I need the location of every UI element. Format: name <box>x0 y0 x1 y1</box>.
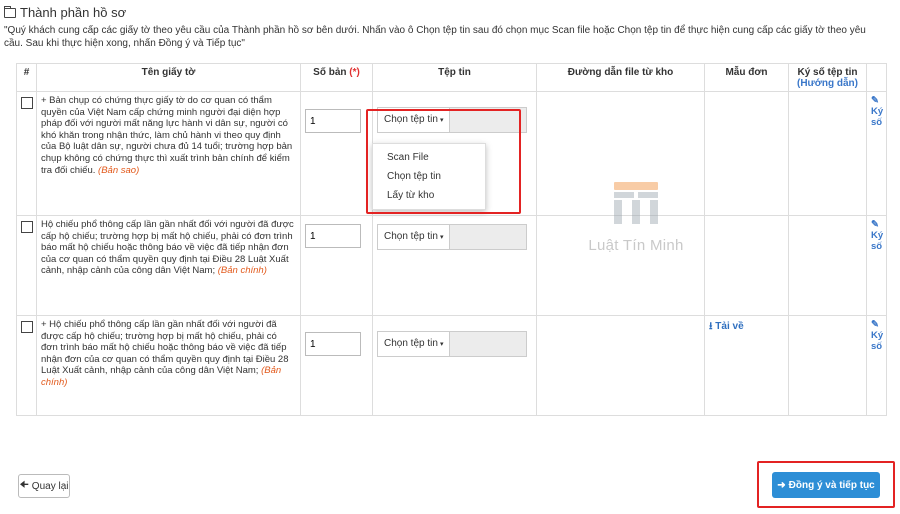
edit-icon: ✎ <box>871 95 879 106</box>
form-template-cell: ⭳ Tải về <box>704 315 789 416</box>
back-button-label: Quay lại <box>31 480 69 492</box>
watermark-logo-icon <box>614 182 658 224</box>
doc-type: (Bản chính) <box>217 265 267 277</box>
table-header-row: # Tên giấy tờ Số bản (*) Tệp tin Đường d… <box>16 63 887 92</box>
caret-down-icon: ▾ <box>439 234 444 241</box>
sign-file-cell <box>788 91 867 216</box>
col-storage-path: Đường dẫn file từ kho <box>536 63 705 92</box>
copies-input[interactable] <box>305 224 361 248</box>
doc-name-cell: + Hộ chiếu phổ thông cấp lần gần nhất đố… <box>36 315 301 416</box>
sign-file-cell <box>788 315 867 416</box>
highlight-box-file-picker <box>366 109 521 214</box>
table-row: Hộ chiếu phổ thông cấp lần gần nhất đối … <box>16 215 887 316</box>
table-row: + Hộ chiếu phổ thông cấp lần gần nhất đố… <box>16 315 887 416</box>
col-number: # <box>16 63 37 92</box>
arrow-left-icon: 🠈 <box>19 479 29 491</box>
choose-file-button[interactable]: Chọn tệp tin ▾ <box>378 225 451 249</box>
form-template-cell <box>704 215 789 316</box>
back-button[interactable]: 🠈 Quay lại <box>18 474 70 498</box>
required-mark: (*) <box>349 67 360 78</box>
choose-file-button[interactable]: Chọn tệp tin ▾ <box>378 332 451 356</box>
sign-link[interactable]: ✎ Ký số <box>871 95 883 128</box>
arrow-right-icon: ➜ <box>777 479 786 491</box>
doc-name-cell: Hộ chiếu phổ thông cấp lần gần nhất đối … <box>36 215 301 316</box>
col-sign-file: Ký số tệp tin (Hướng dẫn) <box>788 63 867 92</box>
section-title: Thành phần hồ sơ <box>20 5 127 20</box>
section-header: Thành phần hồ sơ <box>4 5 126 20</box>
folder-open-icon <box>4 5 16 18</box>
form-template-cell <box>704 91 789 216</box>
edit-icon: ✎ <box>871 319 879 330</box>
col-actions <box>866 63 887 92</box>
sign-link[interactable]: ✎ Ký số <box>871 219 883 252</box>
row-checkbox[interactable] <box>21 321 33 333</box>
col-form-template: Mẫu đơn <box>704 63 789 92</box>
storage-path-cell <box>536 315 705 416</box>
download-icon: ⭳ <box>709 321 713 332</box>
row-checkbox[interactable] <box>21 97 33 109</box>
doc-type: (Bản sao) <box>98 164 140 176</box>
file-picker[interactable]: Chọn tệp tin ▾ <box>377 224 527 250</box>
doc-name-cell: + Bản chụp có chứng thực giấy tờ do cơ q… <box>36 91 301 216</box>
edit-icon: ✎ <box>871 219 879 230</box>
col-file: Tệp tin <box>372 63 537 92</box>
sign-link[interactable]: ✎ Ký số <box>871 319 883 352</box>
file-picker[interactable]: Chọn tệp tin ▾ <box>377 331 527 357</box>
col-doc-name: Tên giấy tờ <box>36 63 301 92</box>
instruction-text: "Quý khách cung cấp các giấy tờ theo yêu… <box>4 25 866 49</box>
sign-file-cell <box>788 215 867 316</box>
watermark: Luật Tín Minh <box>566 180 706 254</box>
agree-continue-label: Đồng ý và tiếp tục <box>788 479 875 491</box>
row-checkbox[interactable] <box>21 221 33 233</box>
copies-input[interactable] <box>305 109 361 133</box>
download-link[interactable]: ⭳ Tải về <box>709 321 744 332</box>
caret-down-icon: ▾ <box>439 341 444 348</box>
copies-input[interactable] <box>305 332 361 356</box>
sign-guide-link[interactable]: (Hướng dẫn) <box>793 78 862 89</box>
col-copies: Số bản (*) <box>300 63 373 92</box>
watermark-text: Luật Tín Minh <box>588 237 684 254</box>
agree-continue-button[interactable]: ➜ Đồng ý và tiếp tục <box>772 472 880 498</box>
